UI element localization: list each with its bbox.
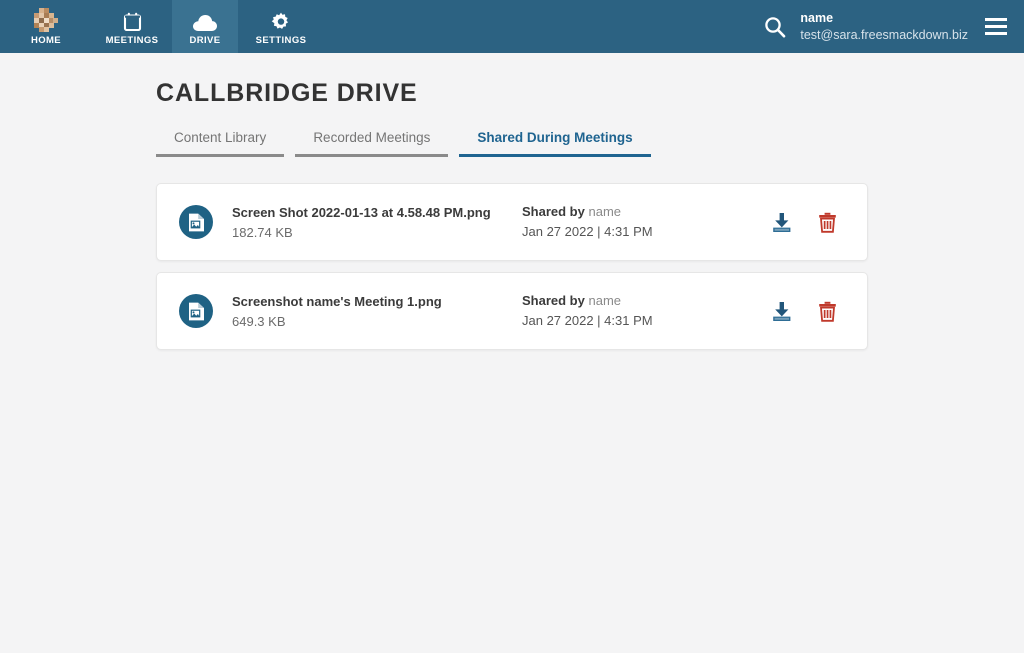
file-shared-info: Shared by name Jan 27 2022 | 4:31 PM	[522, 291, 752, 331]
image-file-icon	[179, 294, 213, 328]
file-row[interactable]: Screenshot name's Meeting 1.png 649.3 KB…	[156, 272, 868, 350]
file-actions	[772, 212, 847, 233]
nav-item-home[interactable]: HOME	[0, 0, 92, 53]
file-row[interactable]: Screen Shot 2022-01-13 at 4.58.48 PM.png…	[156, 183, 868, 261]
user-name: name	[800, 10, 834, 25]
calendar-icon	[123, 10, 142, 32]
file-info: Screenshot name's Meeting 1.png 649.3 KB	[232, 293, 504, 330]
user-account-info[interactable]: name test@sara.freesmackdown.biz	[800, 10, 968, 44]
nav-item-meetings-label: MEETINGS	[105, 34, 159, 46]
page-content: CALLBRIDGE DRIVE Content Library Recorde…	[0, 53, 1024, 350]
shared-by-label: Shared by	[522, 292, 585, 308]
user-email: test@sara.freesmackdown.biz	[800, 27, 968, 42]
nav-item-home-label: HOME	[30, 34, 62, 46]
trash-icon[interactable]	[818, 301, 837, 322]
file-name: Screenshot name's Meeting 1.png	[232, 293, 442, 309]
shared-date: Jan 27 2022 | 4:31 PM	[522, 313, 653, 328]
tab-recorded-meetings[interactable]: Recorded Meetings	[295, 130, 449, 157]
image-file-icon	[179, 205, 213, 239]
page-title: CALLBRIDGE DRIVE	[156, 79, 418, 107]
file-shared-info: Shared by name Jan 27 2022 | 4:31 PM	[522, 202, 752, 242]
hamburger-menu-icon[interactable]	[982, 15, 1010, 38]
gear-icon	[271, 10, 291, 32]
shared-by-user: name	[588, 292, 622, 308]
shared-by-user: name	[588, 203, 622, 219]
file-size: 649.3 KB	[232, 314, 286, 330]
download-icon[interactable]	[772, 212, 792, 233]
download-icon[interactable]	[772, 301, 792, 322]
tab-content-library[interactable]: Content Library	[156, 130, 285, 157]
drive-tabs: Content Library Recorded Meetings Shared…	[156, 130, 1024, 157]
search-icon[interactable]	[764, 16, 786, 38]
cloud-icon	[192, 10, 218, 32]
nav-item-drive-label: DRIVE	[189, 34, 221, 46]
nav-item-settings-label: SETTINGS	[255, 34, 307, 46]
primary-nav: HOME MEETINGS DRIVE SETTINGS	[0, 0, 324, 53]
pixel-logo-icon	[34, 7, 58, 32]
top-navigation-bar: HOME MEETINGS DRIVE SETTINGS name test@s…	[0, 0, 1024, 53]
trash-icon[interactable]	[818, 212, 837, 233]
shared-date: Jan 27 2022 | 4:31 PM	[522, 224, 653, 239]
shared-by-label: Shared by	[522, 203, 585, 219]
nav-item-drive[interactable]: DRIVE	[172, 0, 238, 53]
shared-files-list: Screen Shot 2022-01-13 at 4.58.48 PM.png…	[156, 183, 868, 350]
topbar-right-controls: name test@sara.freesmackdown.biz	[764, 0, 1024, 53]
tab-shared-during-meetings[interactable]: Shared During Meetings	[459, 130, 651, 157]
file-name: Screen Shot 2022-01-13 at 4.58.48 PM.png	[232, 204, 491, 220]
file-actions	[772, 301, 847, 322]
file-info: Screen Shot 2022-01-13 at 4.58.48 PM.png…	[232, 204, 504, 241]
file-size: 182.74 KB	[232, 225, 293, 241]
nav-item-meetings[interactable]: MEETINGS	[92, 0, 172, 53]
nav-item-settings[interactable]: SETTINGS	[238, 0, 324, 53]
